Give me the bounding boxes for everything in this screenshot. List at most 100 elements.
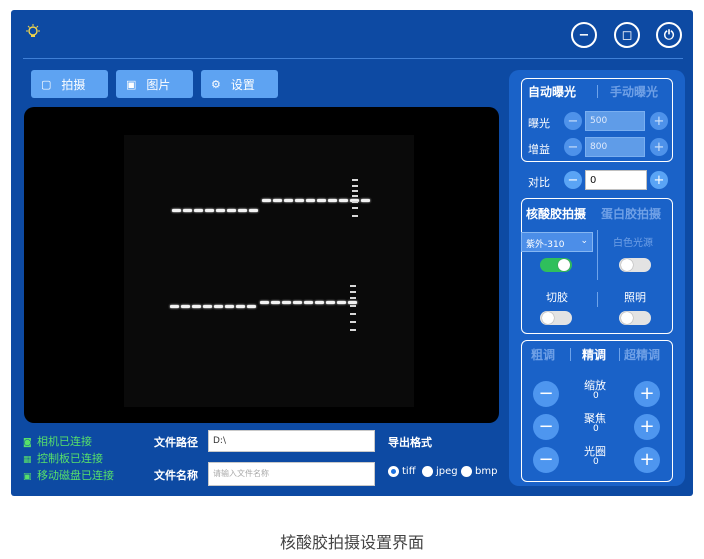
restore-icon: ◻ xyxy=(621,27,633,43)
board-status: ▦ 控制板已连接 xyxy=(23,450,103,466)
gel-band xyxy=(304,301,313,304)
plus-icon: + xyxy=(639,383,655,404)
chevron-down-icon: ⌄ xyxy=(580,236,588,246)
plus-icon: + xyxy=(653,113,665,129)
contrast-minus-button[interactable]: − xyxy=(564,171,582,189)
plus-icon: + xyxy=(653,172,665,188)
exposure-plus-button[interactable]: + xyxy=(650,112,668,130)
gain-plus-button[interactable]: + xyxy=(650,138,668,156)
radio-selected-icon xyxy=(388,466,399,477)
minimize-button[interactable]: − xyxy=(571,22,597,48)
gel-band xyxy=(348,301,357,304)
uv-select[interactable]: 紫外-310 ⌄ xyxy=(521,232,593,252)
power-button[interactable]: ⏻ xyxy=(656,22,682,48)
gel-band xyxy=(192,305,201,308)
tab-divider xyxy=(570,348,571,361)
exposure-input[interactable]: 500 xyxy=(585,111,645,131)
app-window: − ◻ ⏻ ▢ 拍摄 ▣ 图片 ⚙ 设置 ◙ 相机已连接 ▦ 控制板已连接 ▣ … xyxy=(11,10,693,496)
gel-ladder-band xyxy=(352,190,358,192)
tab-manual-exposure[interactable]: 手动曝光 xyxy=(610,83,658,100)
image-viewer[interactable] xyxy=(24,107,499,423)
gel-band xyxy=(317,199,326,202)
minus-icon: − xyxy=(567,113,579,129)
zoom-minus-button[interactable]: − xyxy=(533,381,559,407)
contrast-plus-button[interactable]: + xyxy=(650,171,668,189)
gain-label: 增益 xyxy=(528,143,550,156)
tab-protein-gel[interactable]: 蛋白胶拍摄 xyxy=(601,205,661,222)
gel-band xyxy=(339,199,348,202)
white-light-label: 白色光源 xyxy=(613,238,653,249)
white-light-toggle[interactable] xyxy=(619,258,651,272)
title-bar: − ◻ ⏻ xyxy=(11,10,693,58)
gel-band xyxy=(282,301,291,304)
exposure-minus-button[interactable]: − xyxy=(564,112,582,130)
format-jpeg-radio[interactable]: jpeg xyxy=(422,466,458,477)
gel-band xyxy=(236,305,245,308)
gel-band xyxy=(249,209,258,212)
gel-ladder-band xyxy=(352,215,358,217)
gel-ladder-band xyxy=(350,321,356,323)
export-format-label: 导出格式 xyxy=(388,436,432,449)
camera-status-text: 相机已连接 xyxy=(37,435,92,448)
gel-ladder-band xyxy=(352,207,358,209)
tab-nucleic-gel[interactable]: 核酸胶拍摄 xyxy=(526,205,586,222)
images-label: 图片 xyxy=(146,77,171,92)
uv-select-value: 紫外-310 xyxy=(526,240,565,250)
gel-ladder-band xyxy=(350,291,356,293)
settings-button[interactable]: ⚙ 设置 xyxy=(201,70,278,98)
format-bmp-radio[interactable]: bmp xyxy=(461,466,497,477)
focus-value: 0 xyxy=(593,424,599,434)
gel-band xyxy=(172,209,181,212)
camera-icon: ◙ xyxy=(23,438,32,448)
minus-icon: − xyxy=(538,416,554,437)
format-tiff-radio[interactable]: tiff xyxy=(388,466,416,477)
gel-band xyxy=(227,209,236,212)
gel-ladder-band xyxy=(350,329,356,331)
cut-toggle[interactable] xyxy=(540,311,572,325)
tab-auto-exposure[interactable]: 自动曝光 xyxy=(528,83,576,100)
tab-coarse[interactable]: 粗调 xyxy=(531,346,555,363)
focus-minus-button[interactable]: − xyxy=(533,414,559,440)
file-path-label: 文件路径 xyxy=(154,436,198,449)
tab-superfine[interactable]: 超精调 xyxy=(624,346,660,363)
uv-toggle[interactable] xyxy=(540,258,572,272)
settings-label: 设置 xyxy=(230,77,255,92)
gel-band xyxy=(260,301,269,304)
gel-band xyxy=(214,305,223,308)
format-jpeg-label: jpeg xyxy=(436,466,458,477)
gel-band xyxy=(262,199,271,202)
gel-band xyxy=(295,199,304,202)
minus-icon: − xyxy=(567,139,579,155)
illum-toggle[interactable] xyxy=(619,311,651,325)
gain-input[interactable]: 800 xyxy=(585,137,645,157)
disk-status-text: 移动磁盘已连接 xyxy=(37,469,114,482)
gel-band xyxy=(328,199,337,202)
gel-band xyxy=(247,305,256,308)
gel-divider xyxy=(597,230,598,280)
focus-plus-button[interactable]: + xyxy=(634,414,660,440)
gel-band xyxy=(225,305,234,308)
file-path-input[interactable]: D:\ xyxy=(208,430,375,452)
figure-caption: 核酸胶拍摄设置界面 xyxy=(279,533,424,552)
tab-fine[interactable]: 精调 xyxy=(582,346,606,363)
aperture-plus-button[interactable]: + xyxy=(634,447,660,473)
file-name-input[interactable]: 请输入文件名称 xyxy=(208,462,375,486)
images-button[interactable]: ▣ 图片 xyxy=(116,70,193,98)
gel-ladder-band xyxy=(350,313,356,315)
minimize-icon: − xyxy=(578,27,590,43)
zoom-plus-button[interactable]: + xyxy=(634,381,660,407)
gel-ladder-band xyxy=(352,185,358,187)
cut-divider xyxy=(597,292,598,307)
gel-ladder-band xyxy=(352,195,358,197)
format-tiff-label: tiff xyxy=(402,466,416,477)
gel-band xyxy=(293,301,302,304)
power-icon: ⏻ xyxy=(663,27,675,43)
gel-band xyxy=(284,199,293,202)
aperture-minus-button[interactable]: − xyxy=(533,447,559,473)
gel-band xyxy=(238,209,247,212)
gain-minus-button[interactable]: − xyxy=(564,138,582,156)
capture-button[interactable]: ▢ 拍摄 xyxy=(31,70,108,98)
contrast-input[interactable]: 0 xyxy=(585,170,647,190)
gel-ladder-band xyxy=(350,285,356,287)
restore-button[interactable]: ◻ xyxy=(614,22,640,48)
